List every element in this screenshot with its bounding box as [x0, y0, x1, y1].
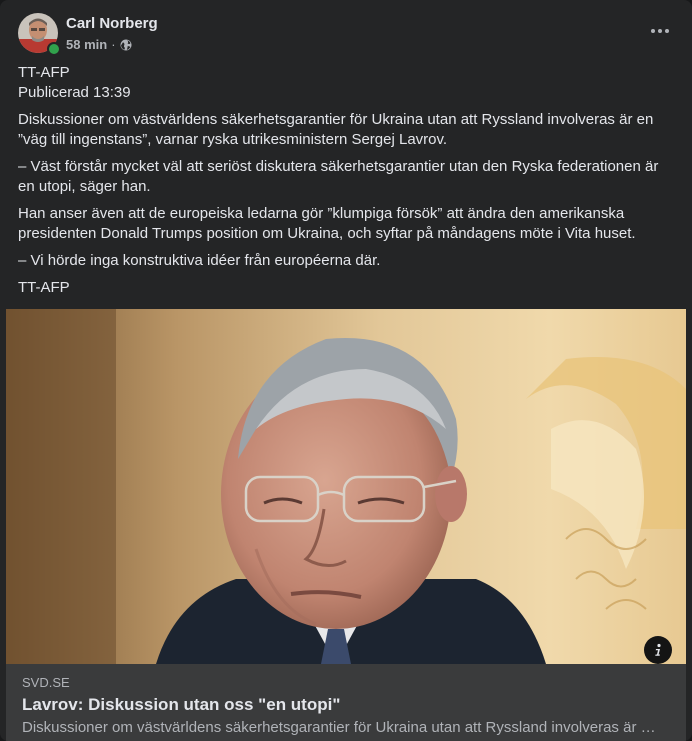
post-paragraph-3: Han anser även att de europeiska ledarna…: [18, 205, 636, 242]
author-name[interactable]: Carl Norberg: [66, 15, 158, 32]
link-title[interactable]: Lavrov: Diskussion utan oss "en utopi": [22, 695, 340, 715]
post-paragraph-1: Diskussioner om västvärldens säkerhetsga…: [18, 111, 654, 148]
post-paragraph-4: – Vi hörde inga konstruktiva idéer från …: [18, 252, 381, 269]
link-description: Diskussioner om västvärldens säkerhetsga…: [22, 719, 662, 736]
post-body: TT-AFP Publicerad 13:39 Diskussioner om …: [18, 63, 668, 305]
post-paragraph-2: – Väst förstår mycket väl att seriöst di…: [18, 158, 659, 195]
post-published-time: Publicerad 13:39: [18, 84, 131, 101]
globe-icon[interactable]: [120, 39, 132, 51]
meta-separator: ·: [111, 37, 116, 52]
post-paragraph-5: TT-AFP: [18, 279, 70, 296]
post-card: Carl Norberg 58 min · TT-AFP Publicerad …: [0, 0, 692, 741]
post-header: Carl Norberg 58 min ·: [18, 13, 676, 56]
link-domain: SVD.SE: [22, 675, 70, 690]
info-icon[interactable]: [644, 636, 672, 664]
post-source-line: TT-AFP: [18, 64, 70, 81]
more-options-icon[interactable]: [644, 19, 676, 43]
post-meta: 58 min ·: [66, 37, 132, 52]
online-status-indicator: [47, 42, 61, 56]
link-preview-image[interactable]: [6, 309, 686, 664]
link-preview[interactable]: SVD.SE Lavrov: Diskussion utan oss "en u…: [6, 664, 686, 741]
post-timestamp[interactable]: 58 min: [66, 37, 107, 52]
